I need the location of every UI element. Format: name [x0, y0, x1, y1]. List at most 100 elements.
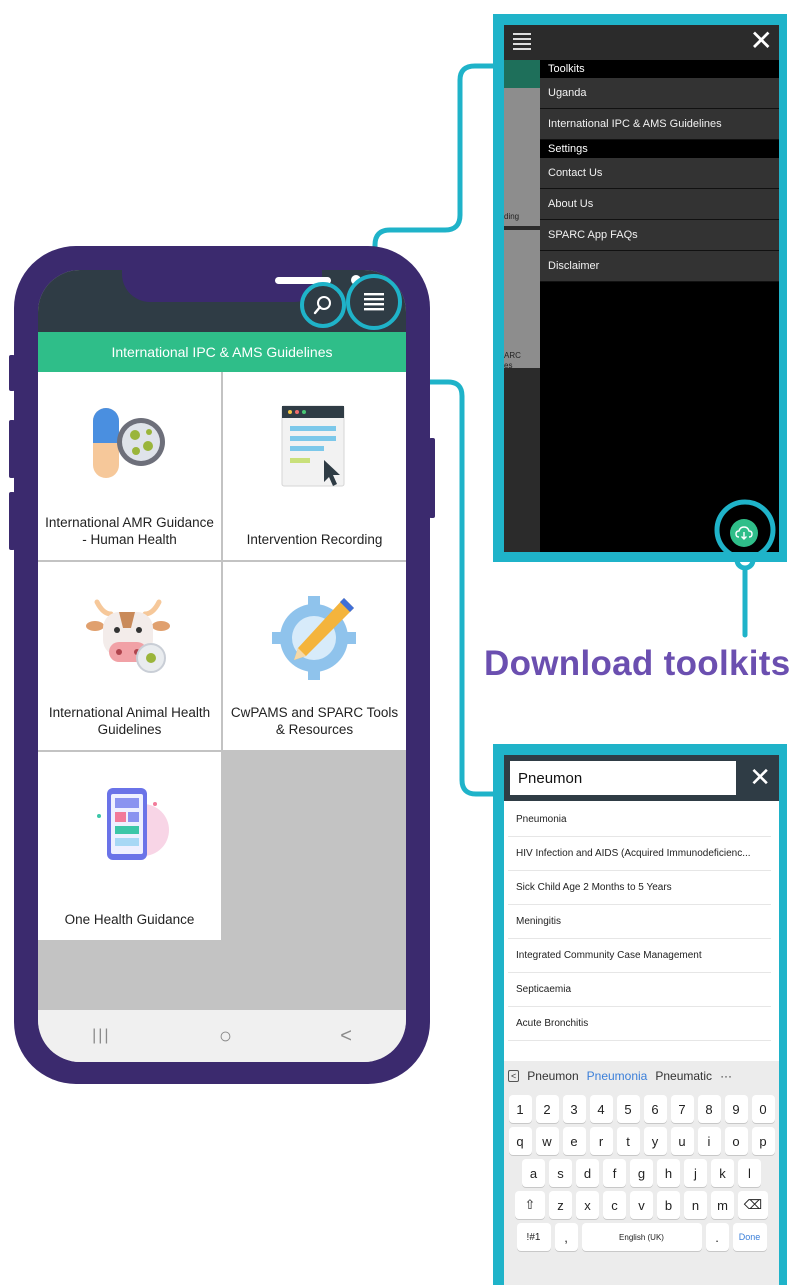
- keyboard-key[interactable]: r: [589, 1127, 613, 1155]
- keyboard-key[interactable]: u: [670, 1127, 694, 1155]
- keyboard-key[interactable]: i: [697, 1127, 721, 1155]
- highlight-ring: [714, 499, 776, 561]
- keyboard-key[interactable]: c: [603, 1191, 626, 1219]
- tile-label: One Health Guidance: [64, 912, 195, 927]
- tile-amr-guidance[interactable]: International AMR Guidance - Human Healt…: [38, 372, 221, 560]
- keyboard-key[interactable]: g: [630, 1159, 653, 1187]
- suggestion-item[interactable]: Integrated Community Case Management: [508, 939, 771, 973]
- menu-item-uganda[interactable]: Uganda: [540, 78, 779, 109]
- suggestion-item[interactable]: Pneumonia: [508, 803, 771, 837]
- keyboard-key[interactable]: n: [684, 1191, 707, 1219]
- tile-cwpams-sparc[interactable]: CwPAMS and SPARC Tools & Resources: [223, 562, 406, 750]
- keyboard-key[interactable]: 0: [751, 1095, 775, 1123]
- menu-item-contact-us[interactable]: Contact Us: [540, 158, 779, 189]
- tile-animal-health[interactable]: International Animal Health Guidelines: [38, 562, 221, 750]
- suggestion-item[interactable]: Meningitis: [508, 905, 771, 939]
- suggestion-item[interactable]: Sick Child Age 2 Months to 5 Years: [508, 871, 771, 905]
- keyboard-key[interactable]: p: [751, 1127, 775, 1155]
- app-title-bar: International IPC & AMS Guidelines: [38, 332, 406, 372]
- tile-intervention-recording[interactable]: Intervention Recording: [223, 372, 406, 560]
- keyboard-key[interactable]: 2: [535, 1095, 559, 1123]
- close-icon[interactable]: ✕: [750, 27, 773, 55]
- strip-text: ARC: [504, 351, 521, 360]
- hamburger-menu-icon: [364, 293, 384, 311]
- keyboard-key[interactable]: h: [657, 1159, 680, 1187]
- strip-tile-fragment: [504, 88, 540, 226]
- keyboard-key[interactable]: 1: [508, 1095, 532, 1123]
- menu-item-ipc-ams[interactable]: International IPC & AMS Guidelines: [540, 109, 779, 140]
- app-top-bar: [38, 270, 406, 332]
- home-button[interactable]: ○: [219, 1023, 232, 1049]
- tile-label: Intervention Recording: [246, 532, 383, 547]
- suggestion-item[interactable]: Septicaemia: [508, 973, 771, 1007]
- keyboard-key[interactable]: a: [522, 1159, 545, 1187]
- keyboard-suggestion-bar: < Pneumon Pneumonia Pneumatic ···: [504, 1061, 779, 1091]
- recent-apps-button[interactable]: |||: [92, 1027, 110, 1045]
- search-screen: ✕ Pneumonia HIV Infection and AIDS (Acqu…: [504, 755, 779, 1285]
- phone-power-button: [429, 438, 435, 518]
- keyboard-key[interactable]: y: [643, 1127, 667, 1155]
- keyboard-row: asdfghjkl: [504, 1159, 779, 1187]
- keyboard-suggestion[interactable]: Pneumonia: [587, 1069, 648, 1083]
- keyboard-key[interactable]: 6: [643, 1095, 667, 1123]
- phone-app-icon: [96, 788, 169, 860]
- close-icon[interactable]: ✕: [749, 763, 771, 791]
- keyboard-key[interactable]: v: [630, 1191, 653, 1219]
- keyboard-key[interactable]: t: [616, 1127, 640, 1155]
- keyboard-key[interactable]: z: [549, 1191, 572, 1219]
- keyboard-key[interactable]: 3: [562, 1095, 586, 1123]
- back-button[interactable]: <: [340, 1025, 352, 1048]
- keyboard-key[interactable]: l: [738, 1159, 761, 1187]
- keyboard-key[interactable]: j: [684, 1159, 707, 1187]
- suggestion-item[interactable]: HIV Infection and AIDS (Acquired Immunod…: [508, 837, 771, 871]
- gear-pencil-icon: [271, 596, 356, 680]
- keyboard-collapse-icon[interactable]: <: [508, 1070, 520, 1082]
- period-key[interactable]: .: [705, 1223, 729, 1251]
- keyboard-key[interactable]: 7: [670, 1095, 694, 1123]
- keyboard-suggestion[interactable]: Pneumatic: [655, 1069, 712, 1083]
- tile-label: International AMR Guidance - Human Healt…: [45, 515, 214, 547]
- keyboard-key[interactable]: s: [549, 1159, 572, 1187]
- keyboard-number-row: 1234567890: [504, 1095, 779, 1123]
- menu-button[interactable]: [346, 274, 402, 330]
- keyboard-key[interactable]: 5: [616, 1095, 640, 1123]
- backspace-key[interactable]: ⌫: [738, 1191, 768, 1219]
- suggestion-item[interactable]: Acute Bronchitis: [508, 1007, 771, 1041]
- phone-side-button: [9, 420, 15, 478]
- tile-one-health[interactable]: One Health Guidance: [38, 752, 221, 940]
- done-key[interactable]: Done: [732, 1223, 767, 1251]
- menu-item-about-us[interactable]: About Us: [540, 189, 779, 220]
- keyboard-row: ⇧ zxcvbnm ⌫: [504, 1191, 779, 1219]
- symbols-key[interactable]: !#1: [516, 1223, 551, 1251]
- keyboard-key[interactable]: 9: [724, 1095, 748, 1123]
- keyboard-key[interactable]: k: [711, 1159, 734, 1187]
- keyboard-key[interactable]: x: [576, 1191, 599, 1219]
- tile-label: CwPAMS and SPARC Tools & Resources: [230, 705, 399, 737]
- keyboard-key[interactable]: 8: [697, 1095, 721, 1123]
- phone-screen: International IPC & AMS Guidelines Inter…: [38, 270, 406, 1062]
- keyboard-key[interactable]: 4: [589, 1095, 613, 1123]
- keyboard-key[interactable]: e: [562, 1127, 586, 1155]
- search-button[interactable]: [300, 282, 346, 328]
- menu-section-toolkits: Toolkits: [540, 60, 779, 78]
- more-icon[interactable]: ···: [720, 1069, 732, 1083]
- menu-header: ✕: [540, 25, 779, 60]
- underlying-app-strip: ding ARC es: [504, 25, 540, 552]
- search-input[interactable]: [510, 761, 736, 795]
- phone-side-button: [9, 492, 15, 550]
- shift-key[interactable]: ⇧: [515, 1191, 545, 1219]
- menu-item-faqs[interactable]: SPARC App FAQs: [540, 220, 779, 251]
- keyboard-row: qwertyuiop: [504, 1127, 779, 1155]
- keyboard-key[interactable]: m: [711, 1191, 734, 1219]
- space-key[interactable]: English (UK): [581, 1223, 702, 1251]
- search-callout: ✕ Pneumonia HIV Infection and AIDS (Acqu…: [493, 744, 787, 1285]
- keyboard-suggestion[interactable]: Pneumon: [527, 1069, 578, 1083]
- comma-key[interactable]: ,: [554, 1223, 578, 1251]
- keyboard-key[interactable]: w: [535, 1127, 559, 1155]
- keyboard-key[interactable]: o: [724, 1127, 748, 1155]
- keyboard-key[interactable]: d: [576, 1159, 599, 1187]
- menu-item-disclaimer[interactable]: Disclaimer: [540, 251, 779, 282]
- keyboard-key[interactable]: b: [657, 1191, 680, 1219]
- keyboard-key[interactable]: f: [603, 1159, 626, 1187]
- keyboard-key[interactable]: q: [508, 1127, 532, 1155]
